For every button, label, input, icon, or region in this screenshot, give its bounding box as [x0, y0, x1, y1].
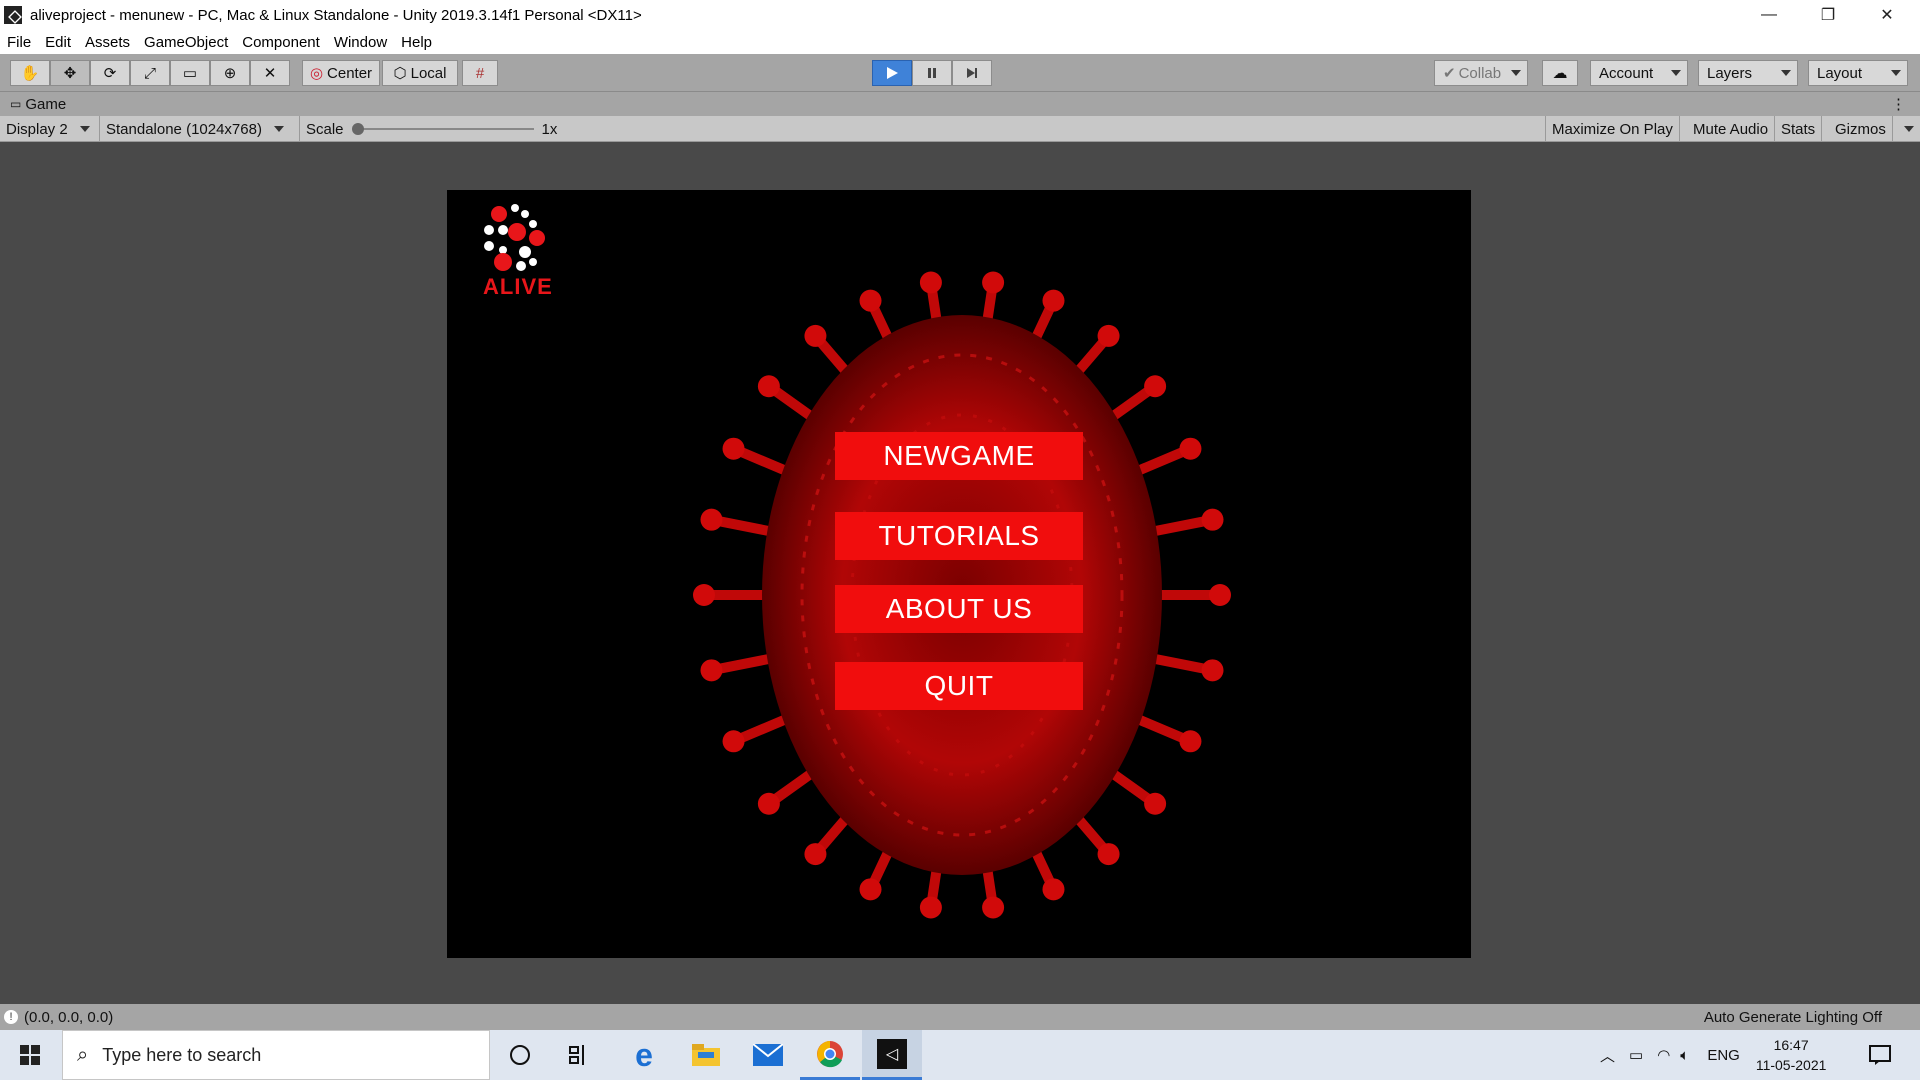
cube-icon: ⬡	[393, 65, 407, 82]
hand-tool-icon[interactable]: ✋	[10, 60, 50, 86]
quit-button[interactable]: QUIT	[835, 662, 1083, 710]
play-icon	[887, 67, 898, 79]
collab-dropdown[interactable]: ✔ Collab	[1434, 60, 1528, 86]
close-button[interactable]: ✕	[1858, 0, 1916, 30]
alive-logo: ALIVE	[477, 202, 577, 302]
chrome-icon[interactable]	[800, 1030, 860, 1080]
menu-assets[interactable]: Assets	[78, 34, 137, 51]
game-viewport: ALIVE NEWGAME TUTORIALS ABOUT US QUIT	[0, 142, 1920, 1004]
scale-slider-handle[interactable]	[351, 123, 364, 135]
layers-dropdown[interactable]: Layers	[1698, 60, 1798, 86]
language-indicator[interactable]: ENG	[1707, 1047, 1740, 1064]
unity-app-icon	[4, 6, 22, 24]
cloud-button[interactable]: ☁	[1542, 60, 1578, 86]
cloud-icon: ☁	[1552, 65, 1568, 82]
notifications-icon[interactable]	[1850, 1030, 1910, 1080]
main-toolbar: ✋ ✥ ⟳ ⤢ ▭ ⊕ ✕ ◎ Center ⬡ Local # ✔ Collab ☁…	[0, 54, 1920, 92]
volume-icon[interactable]: 🔈︎	[1680, 1047, 1689, 1064]
rect-tool-icon[interactable]: ▭	[170, 60, 210, 86]
game-screen: ALIVE NEWGAME TUTORIALS ABOUT US QUIT	[447, 190, 1471, 958]
unity-taskbar-icon[interactable]: ◁	[862, 1030, 922, 1080]
status-coords: (0.0, 0.0, 0.0)	[24, 1008, 114, 1026]
clock-date: 11-05-2021	[1755, 1057, 1827, 1073]
step-icon	[967, 68, 977, 78]
search-icon: ⌕	[77, 1043, 89, 1066]
info-icon: !	[4, 1010, 18, 1024]
mute-audio-toggle[interactable]: Mute Audio	[1687, 116, 1776, 142]
gizmos-dropdown[interactable]	[1898, 116, 1920, 142]
check-icon: ✔	[1443, 65, 1456, 82]
gamepad-icon: ▭	[10, 97, 22, 111]
restore-button[interactable]: ❐	[1799, 0, 1857, 30]
menu-bar: File Edit Assets GameObject Component Wi…	[0, 30, 1920, 54]
window-title: aliveproject - menunew - PC, Mac & Linux…	[30, 6, 642, 24]
account-dropdown[interactable]: Account	[1590, 60, 1688, 86]
task-view-icon[interactable]	[550, 1030, 610, 1080]
tab-menu-icon[interactable]: ⋮	[1891, 95, 1906, 113]
pause-button[interactable]	[912, 60, 952, 86]
tab-game[interactable]: Game	[25, 96, 66, 113]
pivot-icon: ◎	[309, 65, 324, 82]
system-tray: ︿ ▭ ◠ 🔈︎ ENG 16:47 11-05-2021	[1600, 1030, 1826, 1080]
menu-help[interactable]: Help	[394, 34, 439, 51]
game-tab-strip: ▭ Game ⋮	[0, 92, 1920, 116]
scale-control: Scale 1x	[306, 120, 558, 138]
grid-snap-icon[interactable]: #	[462, 60, 498, 86]
status-bar: ! (0.0, 0.0, 0.0) Auto Generate Lighting…	[0, 1004, 1920, 1030]
wifi-icon[interactable]: ◠	[1657, 1046, 1670, 1064]
cortana-icon[interactable]	[490, 1030, 550, 1080]
pause-icon	[928, 68, 936, 78]
gizmos-toggle[interactable]: Gizmos	[1829, 116, 1893, 142]
title-bar: aliveproject - menunew - PC, Mac & Linux…	[0, 0, 1920, 30]
edge-browser-icon[interactable]: e	[614, 1030, 674, 1080]
tutorials-button[interactable]: TUTORIALS	[835, 512, 1083, 560]
rotate-tool-icon[interactable]: ⟳	[90, 60, 130, 86]
menu-component[interactable]: Component	[235, 34, 327, 51]
windows-start-icon[interactable]	[0, 1030, 60, 1080]
pivot-center-button[interactable]: ◎ Center	[302, 60, 380, 86]
minimize-button[interactable]: —	[1740, 0, 1798, 30]
move-tool-icon[interactable]: ✥	[50, 60, 90, 86]
layout-dropdown[interactable]: Layout	[1808, 60, 1908, 86]
clock[interactable]: 16:47 11-05-2021	[1756, 1035, 1827, 1075]
step-button[interactable]	[952, 60, 992, 86]
taskbar-search-box[interactable]: ⌕ Type here to search	[62, 1030, 490, 1080]
clock-time: 16:47	[1773, 1037, 1809, 1053]
menu-file[interactable]: File	[0, 34, 38, 51]
lighting-status[interactable]: Auto Generate Lighting Off	[1704, 1009, 1882, 1026]
scale-tool-icon[interactable]: ⤢	[130, 60, 170, 86]
custom-tool-icon[interactable]: ✕	[250, 60, 290, 86]
menu-gameobject[interactable]: GameObject	[137, 34, 235, 51]
transform-tool-icon[interactable]: ⊕	[210, 60, 250, 86]
alive-logo-dots	[484, 204, 545, 271]
display-dropdown[interactable]: Display 2	[0, 116, 100, 142]
search-placeholder: Type here to search	[102, 1044, 262, 1065]
resolution-dropdown[interactable]: Standalone (1024x768)	[100, 116, 300, 142]
file-explorer-icon[interactable]	[676, 1030, 736, 1080]
maximize-on-play-toggle[interactable]: Maximize On Play	[1545, 116, 1680, 142]
play-button[interactable]	[872, 60, 912, 86]
menu-edit[interactable]: Edit	[38, 34, 78, 51]
about-us-button[interactable]: ABOUT US	[835, 585, 1083, 633]
mail-icon[interactable]	[738, 1030, 798, 1080]
menu-window[interactable]: Window	[327, 34, 394, 51]
stats-toggle[interactable]: Stats	[1775, 116, 1823, 142]
scale-slider[interactable]	[351, 123, 534, 135]
pivot-local-button[interactable]: ⬡ Local	[382, 60, 458, 86]
game-view-bar: Display 2 Standalone (1024x768) Scale 1x…	[0, 116, 1920, 142]
logo-text: ALIVE	[483, 274, 553, 299]
show-hidden-icons-icon[interactable]: ︿	[1600, 1045, 1615, 1066]
windows-taskbar: ⌕ Type here to search e ◁ ︿ ▭ ◠ 🔈︎ ENG 1…	[0, 1030, 1920, 1080]
newgame-button[interactable]: NEWGAME	[835, 432, 1083, 480]
battery-icon[interactable]: ▭	[1629, 1046, 1643, 1064]
